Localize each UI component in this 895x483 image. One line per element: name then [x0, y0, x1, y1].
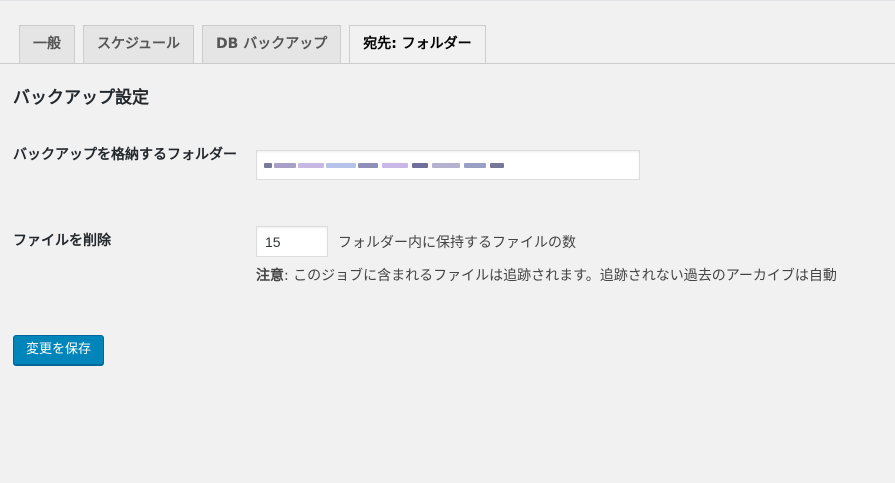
tab-schedule[interactable]: スケジュール [83, 25, 195, 63]
tab-db-backup[interactable]: DB バックアップ [202, 25, 342, 63]
folder-field-wrapper [256, 150, 640, 180]
max-backups-input[interactable] [256, 226, 328, 257]
save-changes-button[interactable]: 変更を保存 [13, 335, 105, 365]
tab-destination-folder[interactable]: 宛先: フォルダー [349, 25, 486, 64]
delete-files-label: ファイルを削除 [13, 233, 111, 249]
tab-general[interactable]: 一般 [19, 25, 75, 63]
tab-bar: 一般 スケジュール DB バックアップ 宛先: フォルダー [19, 25, 494, 64]
folder-label: バックアップを格納するフォルダー [13, 147, 237, 163]
tab-divider [0, 63, 895, 64]
section-title: バックアップ設定 [13, 88, 149, 108]
backup-folder-input[interactable] [257, 151, 639, 179]
note-body: : このジョブに含まれるファイルは追跡されます。追跡されない過去のアーカイブは自… [284, 268, 837, 284]
note-text: 注意: このジョブに含まれるファイルは追跡されます。追跡されない過去のアーカイブ… [256, 265, 895, 285]
top-divider [0, 0, 895, 1]
max-backups-description: フォルダー内に保持するファイルの数 [338, 235, 576, 251]
note-label: 注意 [256, 268, 284, 284]
